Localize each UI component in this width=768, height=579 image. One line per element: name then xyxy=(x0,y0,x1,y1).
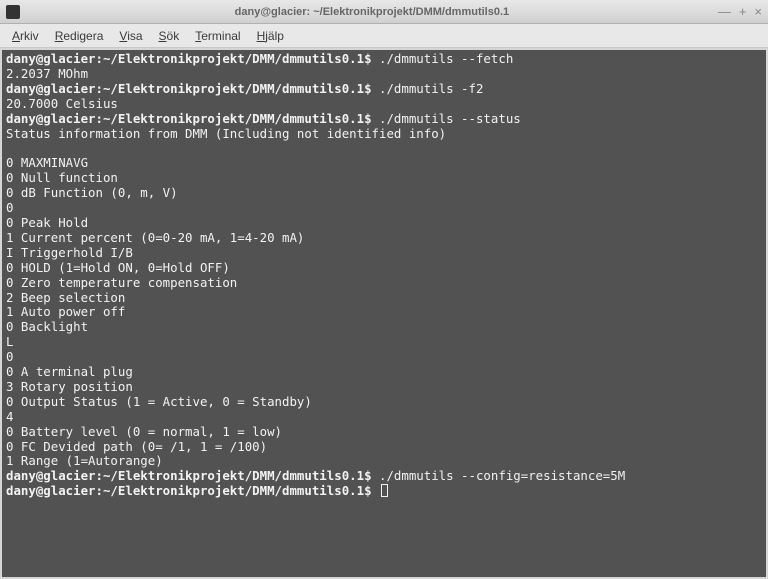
menu-sök[interactable]: Sök xyxy=(153,27,186,45)
shell-output: 1 Current percent (0=0-20 mA, 1=4-20 mA) xyxy=(6,230,304,245)
shell-output: 0 Backlight xyxy=(6,319,88,334)
menubar: ArkivRedigeraVisa SökTerminal Hjälp xyxy=(0,24,768,48)
shell-output: 2.2037 MOhm xyxy=(6,66,88,81)
menu-redigera[interactable]: Redigera xyxy=(49,27,110,45)
shell-output: L xyxy=(6,334,13,349)
shell-output: 1 Auto power off xyxy=(6,304,125,319)
shell-output: 0 A terminal plug xyxy=(6,364,133,379)
terminal-container: dany@glacier:~/Elektronikprojekt/DMM/dmm… xyxy=(0,48,768,579)
shell-prompt: dany@glacier:~/Elektronikprojekt/DMM/dmm… xyxy=(6,81,372,96)
shell-command: ./dmmutils --config=resistance=5M xyxy=(379,468,625,483)
shell-output: 0 dB Function (0, m, V) xyxy=(6,185,178,200)
menu-terminal[interactable]: Terminal xyxy=(189,27,246,45)
shell-command: ./dmmutils -f2 xyxy=(379,81,483,96)
shell-prompt: dany@glacier:~/Elektronikprojekt/DMM/dmm… xyxy=(6,483,372,498)
app-icon xyxy=(6,5,20,19)
shell-output: 0 xyxy=(6,349,13,364)
shell-output: 1 Range (1=Autorange) xyxy=(6,453,163,468)
shell-prompt: dany@glacier:~/Elektronikprojekt/DMM/dmm… xyxy=(6,111,372,126)
shell-output: 0 FC Devided path (0= /1, 1 = /100) xyxy=(6,439,267,454)
shell-output: 0 MAXMINAVG xyxy=(6,155,88,170)
window-controls: — + × xyxy=(718,5,762,18)
close-button[interactable]: × xyxy=(754,5,762,18)
shell-output: 0 Null function xyxy=(6,170,118,185)
shell-output: 0 Zero temperature compensation xyxy=(6,275,237,290)
shell-output: 4 xyxy=(6,409,13,424)
text-cursor xyxy=(381,484,388,497)
shell-output: 0 Output Status (1 = Active, 0 = Standby… xyxy=(6,394,312,409)
shell-output: I Triggerhold I/B xyxy=(6,245,133,260)
window-titlebar: dany@glacier: ~/Elektronikprojekt/DMM/dm… xyxy=(0,0,768,24)
shell-command: ./dmmutils --fetch xyxy=(379,51,513,66)
shell-command: ./dmmutils --status xyxy=(379,111,521,126)
menu-hjälp[interactable]: Hjälp xyxy=(251,27,290,45)
minimize-button[interactable]: — xyxy=(718,5,731,18)
shell-output: 20.7000 Celsius xyxy=(6,96,118,111)
shell-output: 0 Peak Hold xyxy=(6,215,88,230)
terminal[interactable]: dany@glacier:~/Elektronikprojekt/DMM/dmm… xyxy=(2,50,766,577)
shell-output: 2 Beep selection xyxy=(6,290,125,305)
shell-output: 0 xyxy=(6,200,13,215)
shell-prompt: dany@glacier:~/Elektronikprojekt/DMM/dmm… xyxy=(6,468,372,483)
shell-prompt: dany@glacier:~/Elektronikprojekt/DMM/dmm… xyxy=(6,51,372,66)
shell-output: 0 HOLD (1=Hold ON, 0=Hold OFF) xyxy=(6,260,230,275)
shell-output: 3 Rotary position xyxy=(6,379,133,394)
menu-visa[interactable]: Visa xyxy=(113,27,148,45)
shell-output: Status information from DMM (Including n… xyxy=(6,126,446,141)
shell-output: 0 Battery level (0 = normal, 1 = low) xyxy=(6,424,282,439)
menu-arkiv[interactable]: Arkiv xyxy=(6,27,45,45)
window-title: dany@glacier: ~/Elektronikprojekt/DMM/dm… xyxy=(26,6,718,18)
maximize-button[interactable]: + xyxy=(739,5,747,18)
